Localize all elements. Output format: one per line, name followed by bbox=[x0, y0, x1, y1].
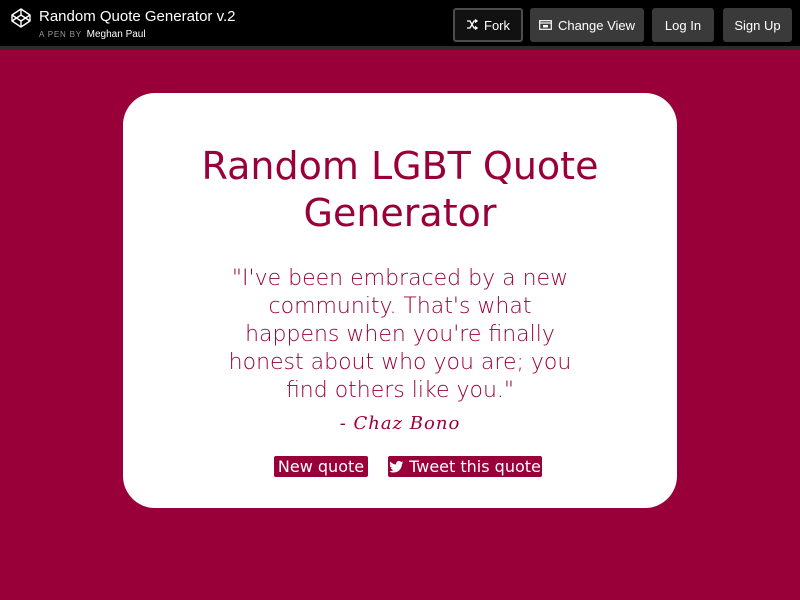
quote-card: Random LGBT Quote Generator "I've been e… bbox=[123, 93, 677, 508]
fork-icon bbox=[466, 18, 479, 33]
codepen-topbar: Random Quote Generator v.2 A PEN BY Megh… bbox=[0, 0, 800, 50]
change-view-button[interactable]: Change View bbox=[530, 8, 644, 42]
pen-title: Random Quote Generator v.2 bbox=[39, 8, 236, 25]
sign-up-button[interactable]: Sign Up bbox=[723, 8, 792, 42]
log-in-button[interactable]: Log In bbox=[652, 8, 714, 42]
fork-button-label: Fork bbox=[484, 17, 510, 33]
change-view-label: Change View bbox=[557, 17, 636, 33]
new-quote-button[interactable]: New quote bbox=[274, 456, 368, 477]
pen-title-block: Random Quote Generator v.2 A PEN BY Megh… bbox=[39, 7, 236, 41]
twitter-bird-icon bbox=[389, 460, 404, 473]
quote-author: - Chaz Bono bbox=[339, 413, 461, 434]
codepen-logo-icon[interactable] bbox=[11, 8, 31, 28]
fork-button[interactable]: Fork bbox=[453, 8, 523, 42]
change-view-icon bbox=[539, 18, 552, 33]
tweet-quote-button[interactable]: Tweet this quote bbox=[388, 456, 542, 477]
pen-byline: A PEN BY Meghan Paul bbox=[39, 28, 236, 41]
tweet-button-label: Tweet this quote bbox=[409, 457, 541, 476]
quote-text: "I've been embraced by a new community. … bbox=[228, 266, 572, 403]
page-title: Random LGBT Quote Generator bbox=[201, 144, 599, 235]
author-link[interactable]: Meghan Paul bbox=[87, 29, 146, 40]
byline-prefix: A PEN BY bbox=[39, 30, 82, 39]
